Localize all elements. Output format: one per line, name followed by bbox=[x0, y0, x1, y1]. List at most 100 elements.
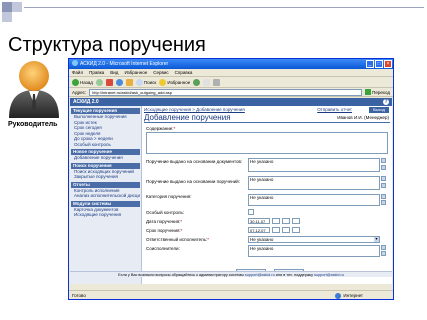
sidebar-section: Модули системы Карточка документов Исходящ… bbox=[71, 200, 140, 218]
back-button[interactable]: Назад bbox=[72, 78, 93, 86]
history-icon bbox=[193, 78, 201, 86]
category-list[interactable]: Не указано bbox=[248, 194, 380, 206]
current-user: Иванов И.И. (Менеджер) bbox=[337, 115, 389, 120]
back-arrow-icon bbox=[72, 78, 79, 86]
tasks-list[interactable]: Не указано bbox=[248, 176, 380, 190]
browser-toolbar: Назад Поиск Избранное bbox=[69, 77, 393, 88]
main-area: Исходящие поручения > Добавление поручен… bbox=[144, 106, 392, 284]
tasks-remove-button[interactable] bbox=[381, 183, 386, 188]
sidebar-item[interactable]: Добавление поручения bbox=[71, 155, 140, 161]
tasks-add-button[interactable] bbox=[381, 176, 386, 181]
history-button[interactable] bbox=[193, 78, 201, 86]
sidebar-item[interactable]: Особый контроль bbox=[71, 142, 140, 148]
deadline-input[interactable]: 07.12.07 bbox=[248, 227, 270, 233]
sidebar-section: Текущие поручения Выполненные поручения Ср… bbox=[71, 108, 140, 147]
chevron-down-icon: ▼ bbox=[374, 237, 379, 242]
search-button[interactable]: Поиск bbox=[135, 78, 156, 86]
content-label: Содержание:* bbox=[146, 126, 176, 131]
deadline-label: Срок поручения:* bbox=[146, 228, 183, 233]
help-icon[interactable]: ? bbox=[383, 99, 389, 105]
tasks-row: Поручение выдано на основании поручений:… bbox=[144, 175, 392, 193]
special-control-label: Особый контроль: bbox=[146, 210, 185, 215]
print-icon bbox=[213, 78, 221, 86]
print-button[interactable] bbox=[213, 78, 221, 86]
special-control-row: Особый контроль: bbox=[144, 209, 392, 218]
close-button[interactable]: × bbox=[384, 60, 392, 68]
sidebar-section: Новое поручение Добавление поручения bbox=[71, 149, 140, 161]
support-email-link[interactable]: support@askid.ru bbox=[245, 273, 275, 277]
menu-view[interactable]: Вид bbox=[110, 69, 118, 76]
deadline-row: Срок поручения:* 07.12.07 bbox=[144, 227, 392, 236]
title-divider bbox=[144, 122, 390, 123]
deadline-hour-input[interactable] bbox=[272, 227, 280, 233]
sidebar-section: Поиск поручения Поиск исходящих поручений… bbox=[71, 162, 140, 180]
executor-select[interactable]: Не указано ▼ bbox=[248, 236, 380, 243]
date-input[interactable]: 30.11.07 bbox=[248, 218, 270, 224]
coexecutors-row: Соисполнители: Не указано bbox=[144, 245, 392, 261]
mail-button[interactable] bbox=[203, 78, 211, 86]
address-bar: Адрес: http://intranet.ru/askid/ask_outg… bbox=[69, 88, 393, 97]
minimize-button[interactable]: _ bbox=[366, 60, 374, 68]
browser-window: АСКИД 2.0 - Microsoft Internet Explorer … bbox=[68, 58, 394, 300]
forward-arrow-icon bbox=[95, 78, 103, 86]
coexecutors-remove-button[interactable] bbox=[381, 251, 386, 256]
executor-label: Ответственный исполнитель:* bbox=[146, 237, 209, 242]
manager-avatar-icon bbox=[9, 61, 59, 118]
sidebar-item[interactable]: Анализ исполнительской дисциплины bbox=[71, 193, 140, 199]
tasks-label: Поручение выдано на основании поручений: bbox=[146, 179, 240, 184]
sidebar-section: Отчеты Контроль исполнения Анализ исполнит… bbox=[71, 181, 140, 199]
coexecutors-label: Соисполнители: bbox=[146, 246, 180, 251]
maximize-button[interactable]: □ bbox=[375, 60, 383, 68]
breadcrumb[interactable]: Исходящие поручения > Добавление поручен… bbox=[144, 107, 245, 112]
home-icon bbox=[125, 78, 133, 86]
coexecutors-add-button[interactable] bbox=[381, 245, 386, 250]
address-input[interactable]: http://intranet.ru/askid/ask_outgoing_ad… bbox=[89, 88, 363, 96]
menu-help[interactable]: Справка bbox=[175, 69, 193, 76]
window-titlebar: АСКИД 2.0 - Microsoft Internet Explorer … bbox=[69, 59, 393, 69]
search-icon bbox=[135, 78, 143, 86]
go-button[interactable]: Переход bbox=[365, 89, 390, 95]
menu-tools[interactable]: Сервис bbox=[153, 69, 168, 76]
refresh-button[interactable] bbox=[115, 78, 123, 86]
mail-icon bbox=[203, 78, 211, 86]
status-bar: Готово Интернет bbox=[69, 290, 393, 299]
deadline-second-input[interactable] bbox=[292, 227, 300, 233]
favorites-button[interactable]: Избранное bbox=[159, 78, 190, 86]
documents-add-button[interactable] bbox=[381, 158, 386, 163]
slide-title: Структура поручения bbox=[8, 34, 206, 56]
documents-list[interactable]: Не указано bbox=[248, 158, 380, 172]
date-hour-input[interactable] bbox=[272, 218, 280, 224]
category-add-button[interactable] bbox=[381, 194, 386, 199]
date-row: Дата поручения:* 30.11.07 bbox=[144, 218, 392, 227]
executor-row: Ответственный исполнитель:* Не указано ▼ bbox=[144, 236, 392, 245]
content-textarea[interactable] bbox=[146, 132, 388, 154]
role-label: Руководитель bbox=[8, 121, 58, 128]
star-icon bbox=[159, 78, 167, 86]
category-remove-button[interactable] bbox=[381, 200, 386, 205]
form-title: Добавление поручения bbox=[144, 113, 231, 122]
content-row: Содержание:* bbox=[144, 125, 392, 157]
date-minute-input[interactable] bbox=[282, 218, 290, 224]
slide-divider bbox=[24, 7, 424, 8]
forward-button[interactable] bbox=[95, 78, 103, 86]
category-label: Категория поручения: bbox=[146, 194, 192, 199]
send-report-link[interactable]: Отправить отчет bbox=[317, 106, 352, 113]
special-control-checkbox[interactable] bbox=[248, 209, 254, 215]
sidebar-item[interactable]: Закрытые поручения bbox=[71, 174, 140, 180]
sidebar: Текущие поручения Выполненные поручения Ср… bbox=[70, 106, 142, 284]
menu-edit[interactable]: Правка bbox=[89, 69, 104, 76]
stop-button[interactable] bbox=[105, 78, 113, 86]
status-text: Готово bbox=[72, 293, 86, 298]
menu-file[interactable]: Файл bbox=[72, 69, 83, 76]
date-second-input[interactable] bbox=[292, 218, 300, 224]
deadline-minute-input[interactable] bbox=[282, 227, 290, 233]
support-email-link-2[interactable]: support@askid.ru bbox=[314, 273, 344, 277]
home-button[interactable] bbox=[125, 78, 133, 86]
menu-favorites[interactable]: Избранное bbox=[124, 69, 147, 76]
sidebar-item[interactable]: Исходящие поручения bbox=[71, 212, 140, 218]
page-footer: Если у Вас возникли вопросы обращайтесь … bbox=[70, 271, 392, 277]
go-arrow-icon bbox=[365, 89, 372, 95]
documents-remove-button[interactable] bbox=[381, 165, 386, 170]
coexecutors-list[interactable]: Не указано bbox=[248, 245, 380, 257]
stop-icon bbox=[105, 78, 113, 86]
